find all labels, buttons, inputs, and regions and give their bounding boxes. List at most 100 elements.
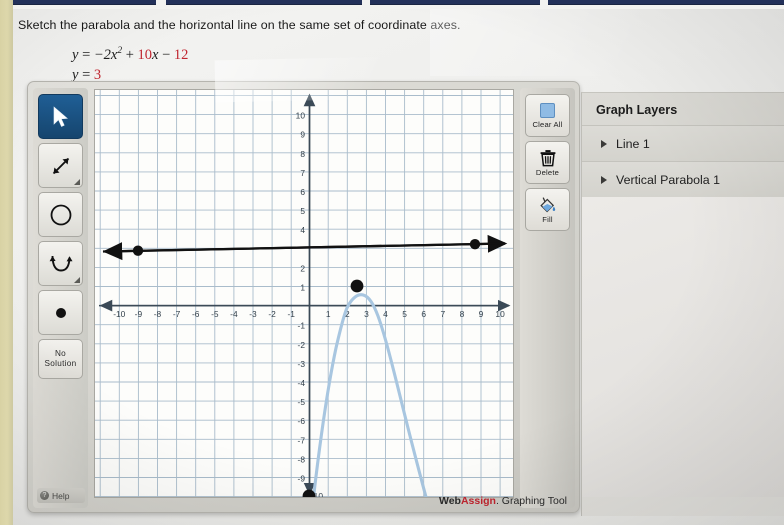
graph-layers-title: Graph Layers bbox=[596, 103, 678, 117]
parabola-icon bbox=[49, 255, 72, 271]
parabola-vertex-point[interactable] bbox=[350, 279, 364, 293]
filled-dot-icon bbox=[55, 307, 66, 318]
circle-icon bbox=[50, 204, 71, 225]
svg-text:7: 7 bbox=[300, 168, 305, 178]
svg-text:-5: -5 bbox=[298, 397, 306, 407]
svg-text:10: 10 bbox=[495, 309, 505, 319]
eq1-equals: = bbox=[78, 47, 94, 63]
brand-web: Web bbox=[438, 495, 461, 507]
delete-label: Delete bbox=[535, 167, 560, 177]
point-tool-button[interactable] bbox=[38, 290, 83, 335]
svg-text:-6: -6 bbox=[298, 416, 306, 426]
svg-text:-8: -8 bbox=[298, 454, 306, 464]
eq1-term-a: −2x bbox=[93, 47, 118, 63]
svg-text:-2: -2 bbox=[268, 309, 276, 319]
trash-can-icon bbox=[540, 149, 555, 166]
svg-text:4: 4 bbox=[383, 309, 388, 319]
chevron-right-icon[interactable] bbox=[601, 139, 607, 148]
double-arrow-icon bbox=[52, 157, 69, 174]
svg-text:-8: -8 bbox=[154, 309, 162, 319]
layer-item-vertical-parabola-1[interactable]: Vertical Parabola 1 bbox=[582, 161, 784, 197]
svg-text:-7: -7 bbox=[173, 309, 181, 319]
cursor-arrow-icon bbox=[53, 105, 68, 127]
brand-assign: Assign bbox=[460, 495, 496, 507]
svg-text:1: 1 bbox=[326, 309, 331, 319]
svg-text:7: 7 bbox=[440, 309, 445, 319]
chevron-right-icon[interactable] bbox=[601, 175, 607, 184]
nav-chip-2[interactable] bbox=[166, 0, 362, 5]
paint-bucket-icon bbox=[540, 196, 556, 212]
brand-suffix: . Graphing Tool bbox=[495, 495, 567, 507]
svg-text:-4: -4 bbox=[298, 378, 306, 388]
no-solution-line-1: No bbox=[54, 348, 67, 358]
layer-label: Vertical Parabola 1 bbox=[616, 172, 721, 187]
layer-item-line-1[interactable]: Line 1 bbox=[582, 125, 784, 161]
line-control-point-right[interactable] bbox=[469, 239, 481, 250]
svg-text:-3: -3 bbox=[298, 359, 306, 369]
eq1-coef-b: 10 bbox=[137, 47, 153, 63]
help-label: Help bbox=[52, 490, 70, 501]
svg-text:10: 10 bbox=[296, 111, 306, 121]
svg-text:-1: -1 bbox=[287, 309, 295, 319]
svg-text:1: 1 bbox=[300, 283, 305, 293]
nav-chip-1[interactable] bbox=[8, 0, 156, 5]
no-solution-button[interactable]: No Solution bbox=[38, 339, 83, 379]
svg-text:-10: -10 bbox=[113, 309, 125, 319]
svg-text:-9: -9 bbox=[298, 474, 306, 484]
line-control-point-left[interactable] bbox=[132, 245, 144, 256]
screen-photo: Sketch the parabola and the horizontal l… bbox=[0, 0, 784, 525]
select-tool-button[interactable] bbox=[38, 94, 83, 139]
eq1-const-c: 12 bbox=[173, 47, 189, 63]
problem-prompt: Sketch the parabola and the horizontal l… bbox=[18, 18, 461, 32]
svg-text:-9: -9 bbox=[135, 309, 143, 319]
svg-text:8: 8 bbox=[300, 149, 305, 159]
svg-text:9: 9 bbox=[300, 130, 305, 140]
svg-text:-5: -5 bbox=[211, 309, 219, 319]
delete-button[interactable]: Delete bbox=[525, 141, 570, 184]
svg-text:-7: -7 bbox=[298, 435, 306, 445]
parabola-tool-button[interactable] bbox=[38, 241, 83, 286]
svg-text:6: 6 bbox=[421, 309, 426, 319]
fill-label: Fill bbox=[542, 214, 553, 224]
nav-chip-3[interactable] bbox=[370, 0, 540, 5]
graph-svg: -10 -9 -8 -7 -6 -5 -4 -3 -2 -1 1 2 3 4 5… bbox=[95, 90, 513, 497]
graph-layers-empty-area bbox=[582, 197, 784, 497]
svg-text:8: 8 bbox=[460, 309, 465, 319]
photo-left-edge bbox=[0, 0, 13, 525]
graph-canvas[interactable]: -10 -9 -8 -7 -6 -5 -4 -3 -2 -1 1 2 3 4 5… bbox=[94, 89, 514, 498]
problem-equations: y = −2x2 + 10x − 12 y = 3 bbox=[72, 45, 188, 85]
svg-text:5: 5 bbox=[402, 309, 407, 319]
clear-all-label: Clear All bbox=[532, 120, 563, 129]
clear-all-button[interactable]: Clear All bbox=[525, 94, 570, 137]
svg-text:3: 3 bbox=[364, 309, 369, 319]
webassign-footer: WebAssign. Graphing Tool bbox=[439, 495, 567, 507]
fill-button[interactable]: Fill bbox=[525, 188, 570, 231]
svg-text:-3: -3 bbox=[249, 309, 257, 319]
svg-text:-4: -4 bbox=[230, 309, 238, 319]
svg-text:4: 4 bbox=[300, 225, 305, 235]
svg-text:6: 6 bbox=[300, 187, 305, 197]
svg-text:9: 9 bbox=[479, 309, 484, 319]
clear-all-icon bbox=[540, 103, 555, 118]
left-toolbar: No Solution ? Help bbox=[33, 88, 88, 508]
eq1-minus: − bbox=[158, 47, 174, 63]
graph-layers-panel: Graph Layers Line 1 Vertical Parabola 1 bbox=[581, 92, 784, 516]
parabola-tool-expand-corner[interactable] bbox=[74, 277, 80, 283]
svg-text:2: 2 bbox=[300, 263, 305, 273]
svg-text:-1: -1 bbox=[298, 321, 306, 331]
eq1-plus: + bbox=[122, 47, 138, 63]
nav-chip-4[interactable] bbox=[548, 0, 784, 5]
line-tool-expand-corner[interactable] bbox=[74, 179, 80, 185]
right-toolbar: Clear All Delete Fill bbox=[520, 88, 575, 508]
graphing-tool-window: No Solution ? Help -10 -9 -8 -7 -6 -5 -4… bbox=[27, 81, 580, 513]
line-tool-button[interactable] bbox=[38, 143, 83, 188]
equation-line-1: y = −2x2 + 10x − 12 bbox=[72, 45, 188, 65]
help-button[interactable]: ? Help bbox=[37, 488, 85, 503]
no-solution-line-2: Solution bbox=[44, 359, 77, 368]
svg-text:-2: -2 bbox=[298, 340, 306, 350]
svg-text:-6: -6 bbox=[192, 309, 200, 319]
svg-text:5: 5 bbox=[300, 206, 305, 216]
circle-tool-button[interactable] bbox=[38, 192, 83, 237]
help-icon: ? bbox=[40, 491, 49, 500]
layer-label: Line 1 bbox=[616, 136, 650, 151]
